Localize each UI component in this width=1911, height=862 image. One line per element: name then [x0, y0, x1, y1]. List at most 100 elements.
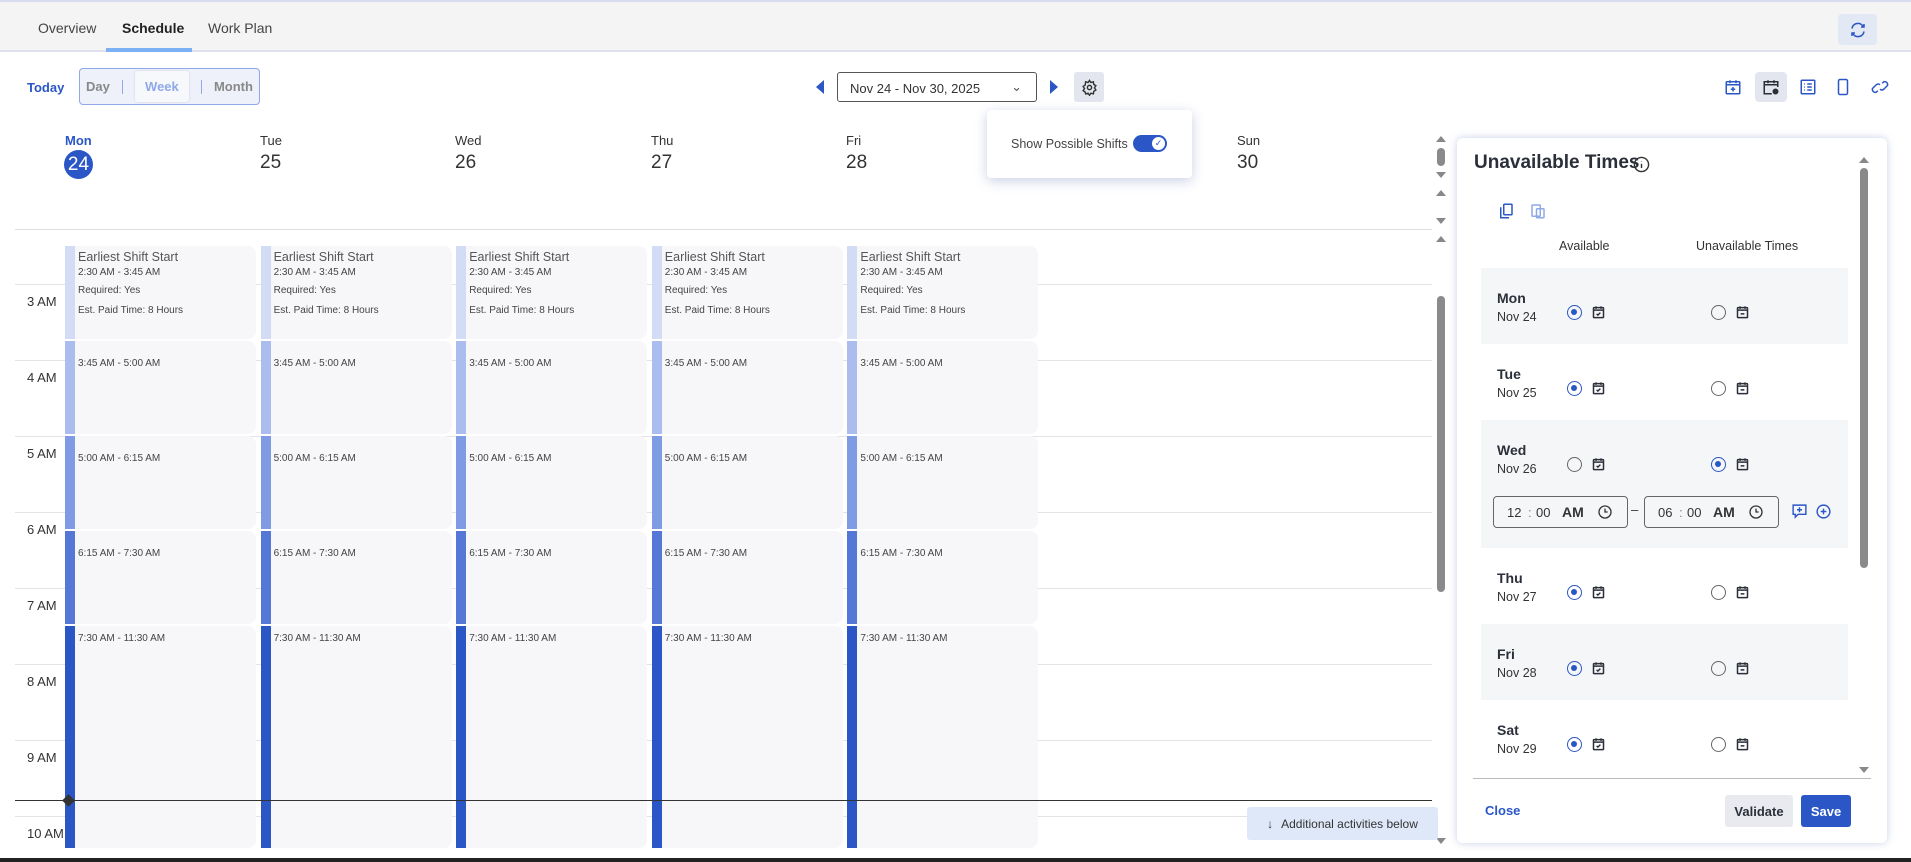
shift-block[interactable]: 3:45 AM - 5:00 AM: [847, 341, 1039, 434]
validate-button[interactable]: Validate: [1725, 795, 1793, 827]
shift-block[interactable]: 5:00 AM - 6:15 AM: [651, 436, 843, 529]
save-button[interactable]: Save: [1801, 795, 1851, 827]
today-date-badge[interactable]: 24: [64, 150, 93, 179]
clock-icon[interactable]: [1748, 504, 1764, 523]
calendar-minus-icon: [1735, 660, 1750, 681]
day-number[interactable]: 25: [260, 152, 281, 174]
shift-block[interactable]: 7:30 AM - 11:30 AM: [260, 626, 452, 848]
shift-block[interactable]: Earliest Shift Start 2:30 AM - 3:45 AM Req…: [651, 246, 843, 339]
shift-block[interactable]: 7:30 AM - 11:30 AM: [651, 626, 843, 848]
shift-block[interactable]: 5:00 AM - 6:15 AM: [65, 436, 256, 529]
day-number[interactable]: 30: [1237, 152, 1258, 174]
unavailable-radio[interactable]: [1711, 305, 1726, 320]
copy-icon[interactable]: [1497, 202, 1515, 220]
shift-block[interactable]: 3:45 AM - 5:00 AM: [65, 341, 256, 434]
shift-block[interactable]: 6:15 AM - 7:30 AM: [847, 531, 1039, 624]
view-day[interactable]: Day: [86, 79, 110, 94]
add-comment-icon[interactable]: [1791, 503, 1808, 525]
day-number[interactable]: 26: [455, 152, 476, 174]
row-date: Nov 27: [1497, 590, 1537, 604]
shift-block[interactable]: 6:15 AM - 7:30 AM: [65, 531, 256, 624]
paste-icon[interactable]: [1529, 202, 1547, 220]
shift-time: 3:45 AM - 5:00 AM: [664, 358, 748, 369]
shift-block[interactable]: 5:00 AM - 6:15 AM: [456, 436, 648, 529]
available-radio[interactable]: [1567, 585, 1582, 600]
shift-block[interactable]: 7:30 AM - 11:30 AM: [65, 626, 256, 848]
unavailable-radio[interactable]: [1711, 737, 1726, 752]
unavailable-radio[interactable]: [1711, 585, 1726, 600]
header-scrollbar[interactable]: [1437, 148, 1445, 166]
add-event-button[interactable]: [1717, 72, 1749, 102]
panel-scrollbar[interactable]: [1860, 168, 1868, 568]
shift-block[interactable]: 5:00 AM - 6:15 AM: [847, 436, 1039, 529]
day-number[interactable]: 27: [651, 152, 672, 174]
shift-block[interactable]: Earliest Shift Start 2:30 AM - 3:45 AM Req…: [65, 246, 256, 339]
shift-detail: Est. Paid Time: 8 Hours: [78, 305, 184, 316]
shift-block[interactable]: 3:45 AM - 5:00 AM: [651, 341, 843, 434]
refresh-button[interactable]: [1838, 14, 1877, 45]
top-tab-bar: Overview Schedule Work Plan: [0, 0, 1911, 52]
scroll-down-icon[interactable]: [1436, 172, 1446, 178]
scroll-up-icon[interactable]: [1859, 157, 1869, 163]
available-radio[interactable]: [1567, 737, 1582, 752]
day-number[interactable]: 28: [846, 152, 867, 174]
today-button[interactable]: Today: [27, 80, 64, 95]
shift-block[interactable]: 3:45 AM - 5:00 AM: [260, 341, 452, 434]
scroll-down-icon[interactable]: [1436, 838, 1446, 844]
shift-color-bar: [65, 246, 75, 339]
shift-block[interactable]: Earliest Shift Start 2:30 AM - 3:45 AM Req…: [456, 246, 648, 339]
scroll-up-icon[interactable]: [1436, 236, 1446, 242]
row-day: Fri: [1497, 646, 1515, 662]
tab-schedule[interactable]: Schedule: [122, 20, 184, 36]
shift-block[interactable]: Earliest Shift Start 2:30 AM - 3:45 AM Req…: [847, 246, 1039, 339]
day-name: Fri: [846, 133, 862, 148]
shift-detail: Required: Yes: [860, 285, 923, 296]
shift-block[interactable]: 5:00 AM - 6:15 AM: [260, 436, 452, 529]
link-button[interactable]: [1864, 72, 1896, 102]
clock-icon[interactable]: [1597, 504, 1613, 523]
available-radio[interactable]: [1567, 381, 1582, 396]
additional-activities-button[interactable]: ↓ Additional activities below: [1247, 807, 1438, 840]
shift-block[interactable]: 6:15 AM - 7:30 AM: [260, 531, 452, 624]
prev-week-button[interactable]: [816, 80, 824, 94]
shift-block[interactable]: 7:30 AM - 11:30 AM: [456, 626, 648, 848]
unavailable-radio[interactable]: [1711, 381, 1726, 396]
scroll-down-icon[interactable]: [1436, 218, 1446, 224]
list-view-button[interactable]: [1792, 72, 1824, 102]
scroll-down-icon[interactable]: [1859, 767, 1869, 773]
calendar-scrollbar[interactable]: [1437, 296, 1445, 592]
calendar-grid: 3 AM 4 AM 5 AM 6 AM 7 AM 8 AM 9 AM 10 AM Earlies…: [0, 230, 1432, 848]
time-input-to[interactable]: 06:00 AM: [1644, 496, 1779, 528]
info-icon[interactable]: [1633, 156, 1650, 173]
list-icon: [1800, 79, 1816, 95]
scroll-up-icon[interactable]: [1436, 136, 1446, 142]
next-week-button[interactable]: [1050, 80, 1058, 94]
time-input-from[interactable]: 12:00 AM: [1493, 496, 1628, 528]
shift-block[interactable]: 6:15 AM - 7:30 AM: [456, 531, 648, 624]
close-button[interactable]: Close: [1485, 803, 1520, 818]
shift-block[interactable]: Earliest Shift Start 2:30 AM - 3:45 AM Req…: [260, 246, 452, 339]
scroll-up-icon[interactable]: [1436, 190, 1446, 196]
tab-overview[interactable]: Overview: [38, 20, 96, 36]
view-month[interactable]: Month: [214, 79, 253, 94]
mobile-view-button[interactable]: [1827, 72, 1859, 102]
available-radio[interactable]: [1567, 661, 1582, 676]
availability-button[interactable]: [1755, 72, 1787, 102]
shift-time: 2:30 AM - 3:45 AM: [860, 267, 943, 278]
show-possible-shifts-toggle[interactable]: ✓: [1133, 135, 1167, 152]
shift-color-bar: [847, 341, 858, 434]
unavailable-radio[interactable]: [1711, 661, 1726, 676]
add-time-icon[interactable]: [1815, 503, 1832, 525]
available-radio[interactable]: [1567, 457, 1582, 472]
shift-block[interactable]: 7:30 AM - 11:30 AM: [847, 626, 1039, 848]
tab-work-plan[interactable]: Work Plan: [208, 20, 272, 36]
settings-button[interactable]: [1074, 72, 1104, 102]
date-range-dropdown[interactable]: Nov 24 - Nov 30, 2025 ⌄: [837, 72, 1037, 102]
arrow-down-icon: ↓: [1267, 816, 1274, 831]
shift-block[interactable]: 3:45 AM - 5:00 AM: [456, 341, 648, 434]
view-week[interactable]: Week: [135, 71, 189, 102]
shift-color-bar: [260, 246, 271, 339]
unavailable-radio[interactable]: [1711, 457, 1726, 472]
shift-block[interactable]: 6:15 AM - 7:30 AM: [651, 531, 843, 624]
available-radio[interactable]: [1567, 305, 1582, 320]
